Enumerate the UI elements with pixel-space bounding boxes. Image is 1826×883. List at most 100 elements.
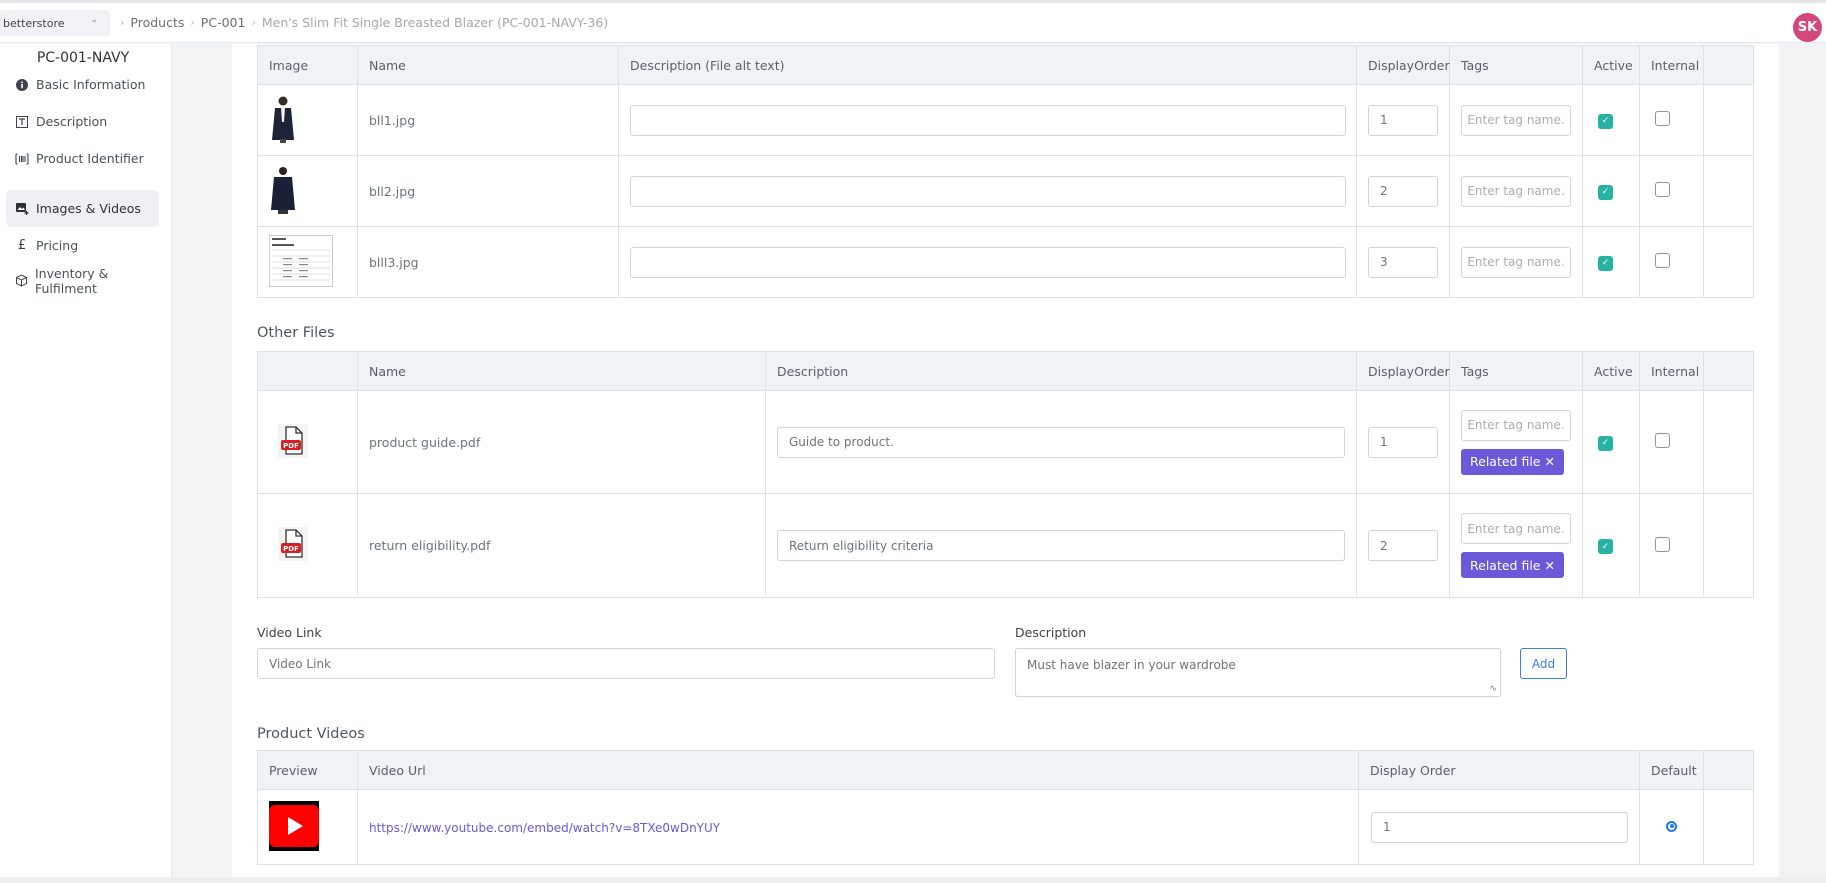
right-gutter	[1779, 44, 1826, 883]
column-header	[1703, 45, 1754, 85]
resize-handle-icon[interactable]: ∿	[1489, 684, 1497, 694]
table-row: blll3.jpg 3 Enter tag name. ✓	[257, 226, 1754, 298]
video-link-input[interactable]	[257, 648, 995, 679]
chevron-right-icon: ›	[120, 16, 125, 29]
sidebar-sku-title: PC-001-NAVY	[36, 50, 130, 66]
display-order-input[interactable]: 3	[1368, 246, 1438, 278]
internal-checkbox[interactable]	[1655, 111, 1670, 126]
table-row: bll1.jpg 1 Enter tag name. ✓	[257, 84, 1754, 156]
breadcrumb-current: Men's Slim Fit Single Breasted Blazer (P…	[261, 15, 609, 30]
sidebar-item-description[interactable]: Description	[6, 103, 159, 140]
sidebar-item-basic-information[interactable]: Basic Information	[6, 66, 159, 103]
image-thumbnail[interactable]	[257, 226, 358, 298]
display-order-input[interactable]: 2	[1368, 530, 1438, 561]
column-header: Active	[1582, 45, 1640, 85]
tag-input[interactable]: Enter tag name.	[1461, 175, 1571, 207]
column-header: Name	[357, 351, 766, 391]
sidebar-item-label: Pricing	[36, 238, 79, 253]
alt-text-input[interactable]	[630, 104, 1346, 136]
sidebar-item-label: Inventory & Fulfilment	[35, 265, 109, 296]
internal-checkbox[interactable]	[1655, 536, 1670, 552]
add-video-button[interactable]: Add	[1520, 648, 1567, 679]
file-name: bll2.jpg	[357, 155, 619, 227]
image-thumbnail[interactable]	[257, 84, 358, 156]
file-description-input[interactable]: Return eligibility criteria	[777, 530, 1345, 561]
column-header: Display Order	[1358, 750, 1640, 790]
video-description-textarea[interactable]: Must have blazer in your wardrobe ∿	[1015, 648, 1501, 697]
file-name: blll3.jpg	[357, 226, 619, 298]
other-files-title: Other Files	[257, 325, 335, 341]
file-description-input[interactable]: Guide to product.	[777, 426, 1345, 458]
active-checkbox[interactable]: ✓	[1598, 184, 1613, 200]
breadcrumb-products[interactable]: Products	[130, 15, 184, 30]
svg-text:PDF: PDF	[283, 545, 299, 553]
table-header-row: Image Name Description (File alt text) D…	[257, 45, 1754, 85]
display-order-input[interactable]: 2	[1368, 175, 1438, 207]
breadcrumb: › Products › PC-001 › Men's Slim Fit Sin…	[120, 15, 608, 30]
blazer-front-thumbnail	[272, 96, 294, 143]
blazer-back-thumbnail	[271, 166, 295, 214]
image-thumbnail[interactable]	[257, 155, 358, 227]
other-files-table: Name Description DisplayOrder Tags Activ…	[257, 351, 1754, 598]
file-name: bll1.jpg	[357, 84, 619, 156]
size-chart-thumbnail	[269, 234, 333, 287]
display-order-input[interactable]: 1	[1368, 104, 1438, 136]
tag-label: Related file	[1470, 557, 1541, 573]
info-icon	[15, 78, 29, 92]
video-url-link[interactable]: https://www.youtube.com/embed/watch?v=8T…	[369, 821, 720, 835]
svg-text:PDF: PDF	[283, 442, 299, 450]
images-table: Image Name Description (File alt text) D…	[257, 45, 1754, 298]
pound-icon: £	[17, 238, 27, 253]
sidebar-item-inventory-fulfilment[interactable]: Inventory & Fulfilment	[6, 262, 159, 299]
table-row: PDF product guide.pdf Guide to product. …	[257, 390, 1754, 494]
video-description-label: Description	[1015, 625, 1087, 640]
remove-tag-icon[interactable]: ✕	[1544, 558, 1554, 573]
column-header: Preview	[257, 750, 358, 790]
table-header-row: Preview Video Url Display Order Default	[257, 750, 1754, 790]
store-name: betterstore	[3, 16, 65, 30]
internal-checkbox[interactable]	[1655, 433, 1670, 448]
barcode-icon	[15, 152, 29, 166]
sidebar: PC-001-NAVY Basic Information Descriptio…	[0, 44, 172, 883]
alt-text-input[interactable]	[630, 246, 1346, 278]
column-header: DisplayOrder	[1356, 351, 1450, 391]
active-checkbox[interactable]: ✓	[1598, 435, 1613, 451]
youtube-preview-icon[interactable]	[269, 800, 319, 851]
tag-input[interactable]: Enter tag name.	[1461, 409, 1571, 441]
internal-checkbox[interactable]	[1655, 253, 1670, 268]
column-header: Name	[357, 45, 619, 85]
pdf-file-icon[interactable]: PDF	[278, 423, 308, 458]
active-checkbox[interactable]: ✓	[1598, 255, 1613, 271]
sidebar-item-product-identifier[interactable]: Product Identifier	[6, 140, 159, 177]
display-order-input[interactable]: 1	[1368, 426, 1438, 458]
column-header: Internal	[1639, 45, 1704, 85]
video-display-order-input[interactable]: 1	[1371, 811, 1628, 843]
table-header-row: Name Description DisplayOrder Tags Activ…	[257, 351, 1754, 391]
remove-tag-icon[interactable]: ✕	[1544, 454, 1554, 469]
sidebar-item-images-videos[interactable]: Images & Videos	[6, 190, 159, 227]
file-name: return eligibility.pdf	[357, 493, 766, 598]
active-checkbox[interactable]: ✓	[1598, 539, 1613, 555]
tag-input[interactable]: Enter tag name.	[1461, 513, 1571, 544]
tag-input[interactable]: Enter tag name.	[1461, 246, 1571, 278]
avatar[interactable]: SK	[1793, 13, 1822, 42]
chevron-right-icon: ›	[190, 16, 195, 29]
column-header: Tags	[1449, 351, 1583, 391]
box-icon	[15, 274, 28, 288]
internal-checkbox[interactable]	[1655, 182, 1670, 197]
sidebar-item-pricing[interactable]: £ Pricing	[6, 227, 159, 264]
top-bar: betterstore ⌄ › Products › PC-001 › Men'…	[0, 3, 1826, 43]
column-header: Description	[765, 351, 1357, 391]
store-selector[interactable]: betterstore ⌄	[0, 10, 110, 36]
table-row: bll2.jpg 2 Enter tag name. ✓	[257, 155, 1754, 227]
active-checkbox[interactable]: ✓	[1598, 113, 1613, 129]
breadcrumb-product-code[interactable]: PC-001	[201, 15, 246, 30]
chevron-down-icon: ⌄	[90, 15, 98, 25]
pdf-file-icon[interactable]: PDF	[278, 527, 308, 561]
tag-input[interactable]: Enter tag name.	[1461, 104, 1571, 136]
alt-text-input[interactable]	[630, 175, 1346, 207]
column-header: Description (File alt text)	[618, 45, 1357, 85]
default-radio[interactable]	[1666, 820, 1677, 832]
column-header: Tags	[1449, 45, 1583, 85]
video-description-text: Must have blazer in your wardrobe	[1027, 658, 1236, 672]
